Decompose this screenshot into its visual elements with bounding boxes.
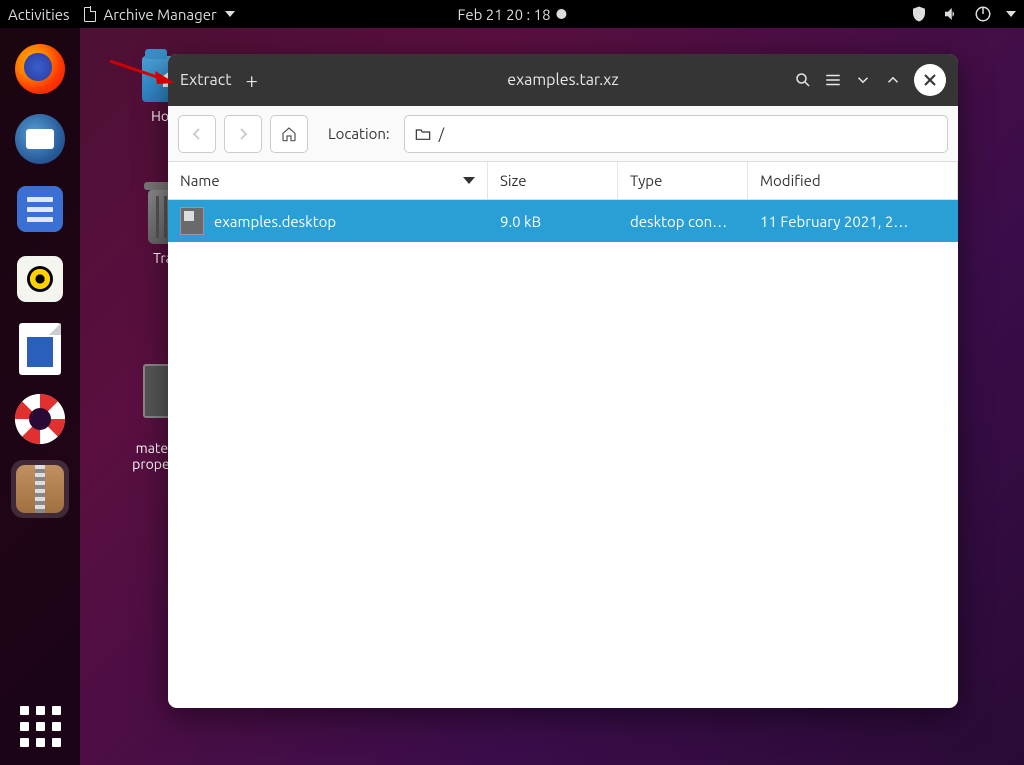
archive-icon bbox=[16, 465, 64, 513]
hamburger-menu-icon[interactable] bbox=[824, 71, 842, 89]
window-title: examples.tar.xz bbox=[507, 71, 618, 89]
clock-label: Feb 21 20 : 18 bbox=[457, 6, 550, 23]
show-applications-button[interactable] bbox=[20, 706, 61, 747]
chevron-up-icon[interactable] bbox=[884, 71, 902, 89]
dock-rhythmbox[interactable] bbox=[11, 250, 69, 308]
clock[interactable]: Feb 21 20 : 18 bbox=[457, 6, 566, 23]
activities-button[interactable]: Activities bbox=[8, 6, 70, 23]
archive-app-icon bbox=[84, 7, 96, 22]
column-header-type[interactable]: Type bbox=[618, 162, 748, 199]
location-label: Location: bbox=[328, 125, 390, 142]
file-row[interactable]: examples.desktop 9.0 kB desktop con… 11 … bbox=[168, 200, 958, 242]
dock-thunderbird[interactable] bbox=[11, 110, 69, 168]
app-menu-label: Archive Manager bbox=[104, 6, 217, 23]
dock-libreoffice[interactable] bbox=[11, 320, 69, 378]
thunderbird-icon bbox=[15, 114, 65, 164]
chevron-down-icon[interactable] bbox=[854, 71, 872, 89]
dock-files[interactable] bbox=[11, 180, 69, 238]
back-button[interactable] bbox=[178, 115, 216, 153]
column-header-size[interactable]: Size bbox=[488, 162, 618, 199]
location-value: / bbox=[439, 125, 445, 142]
home-icon bbox=[281, 126, 297, 142]
chevron-down-icon bbox=[225, 11, 235, 17]
archive-manager-window: Extract + examples.tar.xz Location: / Na… bbox=[168, 54, 958, 708]
speaker-icon bbox=[17, 256, 63, 302]
window-titlebar[interactable]: Extract + examples.tar.xz bbox=[168, 54, 958, 106]
forward-button[interactable] bbox=[224, 115, 262, 153]
gnome-top-bar: Activities Archive Manager Feb 21 20 : 1… bbox=[0, 0, 1024, 28]
folder-icon bbox=[415, 127, 431, 141]
location-input[interactable]: / bbox=[404, 115, 948, 153]
close-button[interactable] bbox=[914, 64, 946, 96]
power-icon[interactable] bbox=[974, 5, 992, 23]
chevron-right-icon bbox=[236, 127, 250, 141]
file-type: desktop con… bbox=[618, 213, 748, 230]
file-modified: 11 February 2021, 2… bbox=[748, 213, 958, 230]
chevron-left-icon bbox=[190, 127, 204, 141]
search-icon[interactable] bbox=[794, 71, 812, 89]
dock-archive-manager[interactable] bbox=[11, 460, 69, 518]
files-icon bbox=[17, 186, 63, 232]
desktop-file-icon bbox=[180, 207, 204, 235]
document-icon bbox=[19, 323, 61, 375]
shield-icon[interactable] bbox=[910, 5, 928, 23]
system-menu-chevron-icon[interactable] bbox=[1006, 11, 1016, 17]
dock-help[interactable] bbox=[11, 390, 69, 448]
file-name: examples.desktop bbox=[214, 213, 336, 230]
column-headers: Name Size Type Modified bbox=[168, 162, 958, 200]
close-icon bbox=[923, 73, 937, 87]
home-button[interactable] bbox=[270, 115, 308, 153]
add-files-button[interactable]: + bbox=[246, 68, 258, 93]
column-header-name[interactable]: Name bbox=[168, 162, 488, 199]
sort-desc-icon bbox=[463, 177, 475, 184]
app-menu[interactable]: Archive Manager bbox=[84, 6, 235, 23]
firefox-icon bbox=[15, 44, 65, 94]
navigation-toolbar: Location: / bbox=[168, 106, 958, 162]
volume-icon[interactable] bbox=[942, 5, 960, 23]
extract-button[interactable]: Extract bbox=[180, 71, 232, 89]
file-size: 9.0 kB bbox=[488, 213, 618, 230]
lifebuoy-icon bbox=[15, 394, 65, 444]
column-header-modified[interactable]: Modified bbox=[748, 162, 958, 199]
notification-dot-icon bbox=[557, 9, 567, 19]
dock-firefox[interactable] bbox=[11, 40, 69, 98]
dock bbox=[0, 28, 80, 765]
